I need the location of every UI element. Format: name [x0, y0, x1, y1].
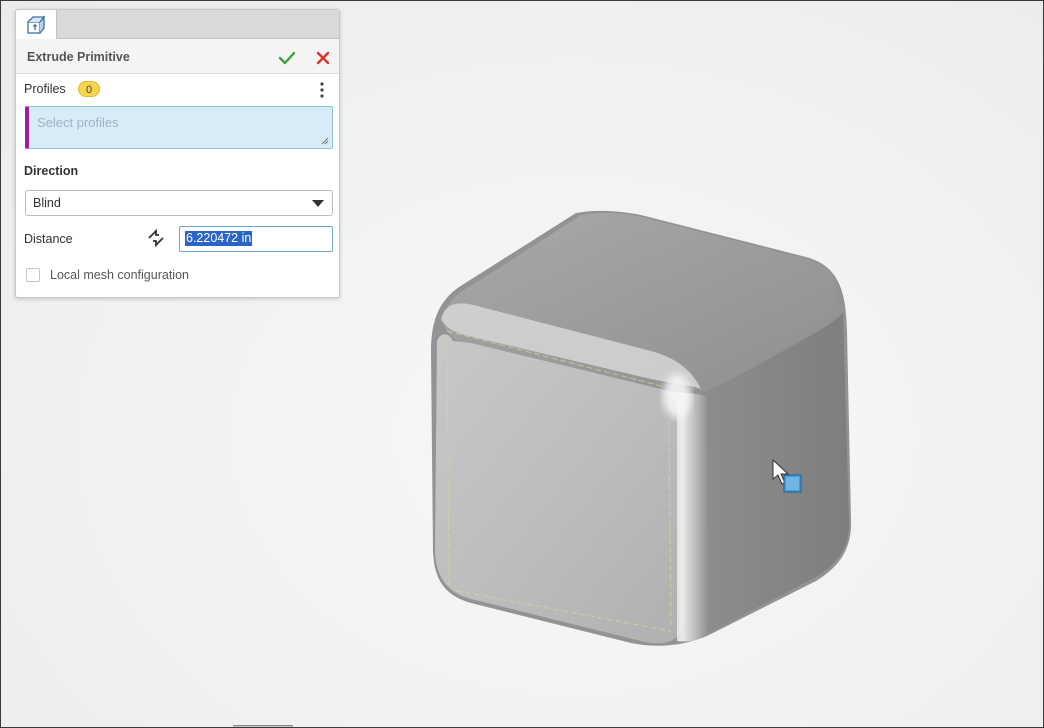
chevron-down-icon: [312, 200, 324, 207]
flip-direction-icon[interactable]: [146, 228, 166, 248]
extrude-feature-icon: [27, 14, 46, 34]
resize-grip-icon[interactable]: [321, 137, 329, 145]
profiles-selection-field[interactable]: Select profiles: [25, 106, 333, 149]
tab-feature[interactable]: [16, 10, 57, 39]
local-mesh-checkbox[interactable]: [26, 268, 40, 282]
dialog-header: Extrude Primitive: [16, 39, 339, 74]
end-type-select[interactable]: Blind: [25, 190, 333, 216]
accept-button[interactable]: [276, 47, 298, 69]
local-mesh-label: Local mesh configuration: [50, 268, 189, 282]
direction-section-title: Direction: [24, 164, 79, 178]
profiles-count-badge: 0: [78, 81, 100, 97]
more-options-icon[interactable]: [316, 80, 328, 100]
graphics-viewport[interactable]: Extrude Primitive Profiles 0 Select prof…: [0, 0, 1044, 728]
close-icon: [316, 51, 330, 65]
cancel-button[interactable]: [312, 47, 334, 69]
profiles-label: Profiles: [24, 82, 66, 96]
distance-value: 6.220472 in: [185, 231, 253, 246]
distance-label: Distance: [24, 232, 73, 246]
end-type-value: Blind: [33, 196, 61, 210]
cube-corner-highlight: [663, 374, 691, 418]
distance-input[interactable]: 6.220472 in: [179, 226, 333, 252]
profiles-placeholder: Select profiles: [37, 115, 119, 130]
check-icon: [278, 51, 296, 65]
dialog-tab-bar: [16, 10, 339, 39]
dialog-title: Extrude Primitive: [27, 50, 130, 64]
extrude-feature-dialog: Extrude Primitive Profiles 0 Select prof…: [15, 9, 340, 298]
